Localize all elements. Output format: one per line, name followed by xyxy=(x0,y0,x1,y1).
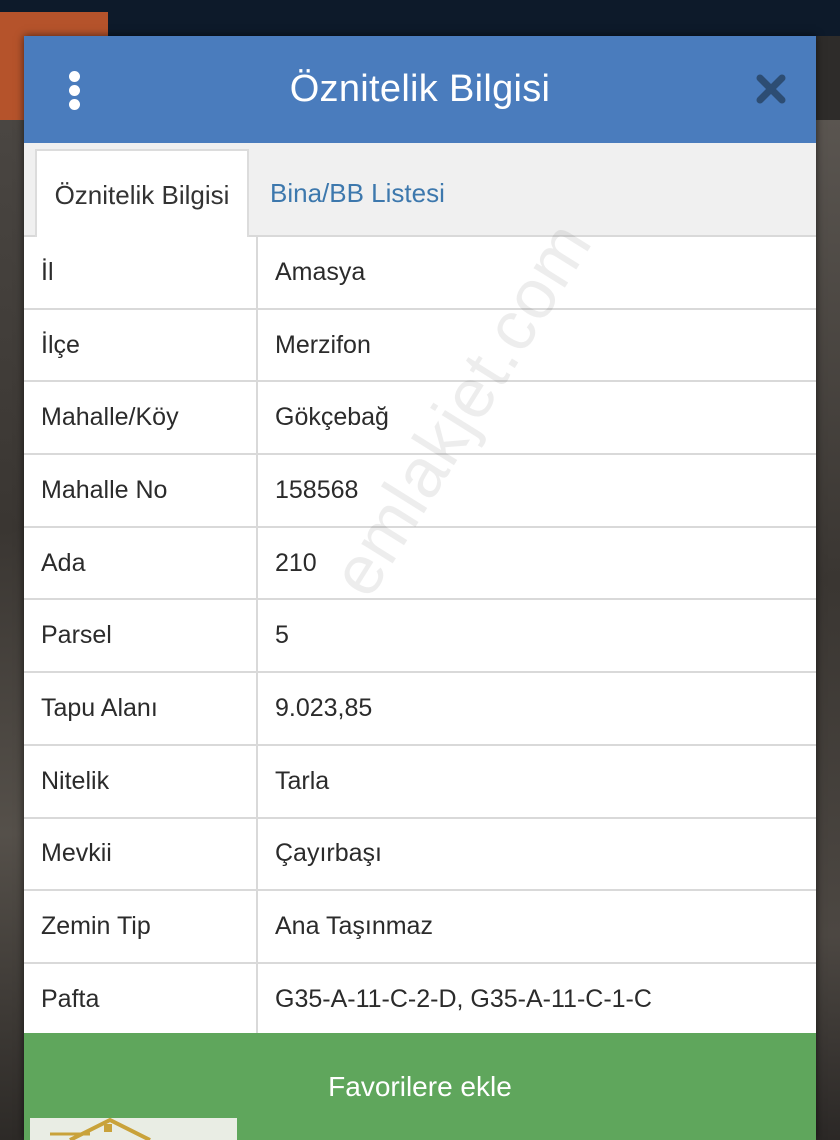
tab-bar: Öznitelik Bilgisi Bina/BB Listesi xyxy=(24,143,816,239)
row-value: 158568 xyxy=(275,475,359,504)
row-label: Parsel xyxy=(24,600,258,672)
row-label: Pafta xyxy=(24,963,258,1035)
row-label: Tapu Alanı xyxy=(24,673,258,744)
house-logo-icon xyxy=(30,1118,237,1140)
row-label: Zemin Tip xyxy=(24,891,258,962)
row-value: Gökçebağ xyxy=(275,403,389,432)
tab-building-list[interactable]: Bina/BB Listesi xyxy=(270,151,445,235)
dialog-title: Öznitelik Bilgisi xyxy=(289,68,551,110)
table-row: Ada 210 xyxy=(24,527,816,601)
table-row: Zemin Tip Ana Taşınmaz xyxy=(24,891,816,964)
vertical-dots-icon[interactable] xyxy=(66,71,82,111)
table-row: İlçe Merzifon xyxy=(24,309,816,383)
row-value: Merzifon xyxy=(275,330,371,359)
row-value: Tarla xyxy=(275,766,330,795)
background-right-edge xyxy=(816,120,840,1140)
row-label: Mahalle No xyxy=(24,455,258,526)
row-label: İlçe xyxy=(24,309,258,381)
row-value: 210 xyxy=(275,548,317,577)
row-value: G35-A-11-C-2-D, G35-A-11-C-1-C xyxy=(275,984,652,1013)
tab-attribute-info[interactable]: Öznitelik Bilgisi xyxy=(35,149,249,239)
row-value: 9.023,85 xyxy=(275,693,373,722)
row-label: Mahalle/Köy xyxy=(24,382,258,454)
background-left-edge xyxy=(0,120,24,1140)
attribute-table: İl Amasya İlçe Merzifon Mahalle/Köy Gökç… xyxy=(24,237,816,1037)
row-value: 5 xyxy=(275,621,289,650)
table-row: Tapu Alanı 9.023,85 xyxy=(24,673,816,746)
table-row: Mevkii Çayırbaşı xyxy=(24,818,816,892)
row-value: Çayırbaşı xyxy=(275,839,382,868)
background-top-bar xyxy=(0,0,840,36)
row-label: İl xyxy=(24,237,258,308)
row-label: Nitelik xyxy=(24,745,258,817)
close-icon[interactable] xyxy=(754,72,788,106)
table-row: Mahalle/Köy Gökçebağ xyxy=(24,382,816,456)
table-row: Parsel 5 xyxy=(24,600,816,674)
attribute-dialog: Öznitelik Bilgisi Öznitelik Bilgisi Bina… xyxy=(24,36,816,1140)
row-value: Ana Taşınmaz xyxy=(275,912,433,941)
table-row: İl Amasya xyxy=(24,237,816,310)
row-label: Mevkii xyxy=(24,818,258,890)
dialog-header: Öznitelik Bilgisi xyxy=(24,36,816,143)
table-row: Nitelik Tarla xyxy=(24,745,816,819)
table-row: Pafta G35-A-11-C-2-D, G35-A-11-C-1-C xyxy=(24,963,816,1037)
row-label: Ada xyxy=(24,527,258,599)
table-row: Mahalle No 158568 xyxy=(24,455,816,528)
row-value: Amasya xyxy=(275,257,366,286)
